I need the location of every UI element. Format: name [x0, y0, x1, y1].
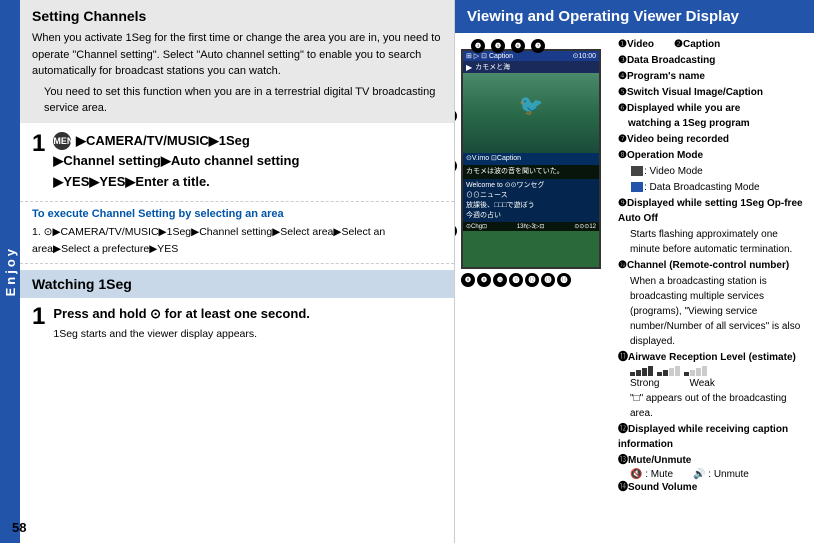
step1-line2: ▶Channel setting▶Auto channel setting — [53, 151, 299, 172]
enjoy-tab: Enjoy — [0, 0, 20, 543]
info-displayed-while: ❻Displayed while you are watching a 1Seg… — [618, 101, 806, 131]
page-number: 58 — [12, 520, 26, 535]
menu-icon: MENU — [53, 132, 71, 150]
section1-bullet: You need to set this function when you a… — [32, 84, 442, 117]
ann-9: ❾ — [477, 273, 491, 287]
section1-p1: When you activate 1Seg for the first tim… — [32, 30, 442, 80]
section1-title: Setting Channels — [32, 8, 442, 24]
screen-channel-icon: ▶ — [466, 63, 472, 72]
area-step-content: 1. ⊙▶CAMERA/TV/MUSIC▶1Seg▶Channel settin… — [32, 224, 442, 258]
screen-welcome: Welcome to ⊙⊙ワンセグ ⊙⊙ニュース 放課後、□□□で遊ぼう 今週の… — [463, 179, 599, 222]
area-step-title: To execute Channel Setting by selecting … — [32, 208, 442, 220]
step2-line1: Press and hold ⊙ for at least one second… — [53, 304, 310, 325]
info-operation-mode: ❽Operation Mode — [618, 148, 806, 163]
info-video-mode: : Video Mode — [618, 164, 806, 179]
step2-block: 1 Press and hold ⊙ for at least one seco… — [20, 298, 454, 349]
ann-13: ⓭ — [541, 273, 555, 287]
watching-title: Watching 1Seg — [32, 276, 442, 292]
phone-screen: ⊞ ▷ ⊡ Caption ⊙10:00 ▶ カモメと海 🐦 — [461, 49, 601, 269]
setting-channels-header: Setting Channels When you activate 1Seg … — [20, 0, 454, 123]
ann-7: ❼ — [531, 39, 545, 53]
info-displayed-1seg: ❾Displayed while setting 1Seg Op-free Au… — [618, 196, 806, 226]
info-channel-remote: ❿Channel (Remote-control number) — [618, 258, 806, 273]
info-sound-volume: ⓮Sound Volume — [618, 480, 806, 495]
info-broadcast-area: "□" appears out of the broadcasting area… — [618, 391, 806, 421]
screen-text1: カモメは波の音を聞いていた。 — [463, 165, 599, 180]
right-panel: Viewing and Operating Viewer Display ❹ ❺… — [455, 0, 814, 543]
info-caption-info: ⓬Displayed while receiving caption infor… — [618, 422, 806, 452]
info-video-caption: ❶Video ❷Caption — [618, 37, 806, 52]
info-data-broadcasting-mode: : Data Broadcasting Mode — [618, 180, 806, 195]
step1-number: 1 — [32, 131, 45, 157]
info-programs-name: ❹Program's name — [618, 69, 806, 84]
step2-sub: 1Seg starts and the viewer display appea… — [53, 327, 310, 343]
info-switch-visual: ❺Switch Visual Image/Caption — [618, 85, 806, 100]
ann-4: ❹ — [471, 39, 485, 53]
right-header: Viewing and Operating Viewer Display — [455, 0, 814, 33]
step1-line3: ▶YES▶YES▶Enter a title. — [53, 172, 299, 193]
strong-weak-label: Strong Weak — [618, 378, 806, 389]
ann-2: ❷ — [455, 159, 457, 173]
ann-12: ⓬ — [525, 273, 539, 287]
info-signal-bars — [618, 366, 806, 376]
ann-14: ⓮ — [557, 273, 571, 287]
step2-number: 1 — [32, 304, 45, 330]
screen-time: ⊙10:00 — [573, 52, 596, 60]
video-mode-icon — [631, 166, 643, 176]
screen-caption: ⊙V.imo ⊡Caption — [463, 153, 599, 165]
info-area: ❶Video ❷Caption ❸Data Broadcasting ❹Prog… — [610, 33, 814, 543]
info-video-recorded: ❼Video being recorded — [618, 132, 806, 147]
signal-full — [630, 366, 653, 376]
bird-icon: 🐦 — [519, 93, 544, 118]
info-starts-flashing: Starts flashing approximately one minute… — [618, 227, 806, 257]
phone-area: ❹ ❺ ❻ ❼ ⊞ ▷ ⊡ Caption ⊙10:00 — [455, 33, 610, 543]
ann-10: ❿ — [493, 273, 507, 287]
screen-title: カモメと海 — [475, 62, 510, 72]
ann-1: ❶ — [455, 109, 457, 123]
data-broadcasting-icon — [631, 182, 643, 192]
info-data-broadcasting: ❸Data Broadcasting — [618, 53, 806, 68]
step2-content: Press and hold ⊙ for at least one second… — [53, 304, 310, 343]
mute-row: 🔇 : Mute 🔊 : Unmute — [618, 469, 806, 480]
step1-line1: MENU ▶CAMERA/TV/MUSIC▶1Seg — [53, 131, 299, 152]
area-step-block: To execute Channel Setting by selecting … — [20, 202, 454, 265]
mute-icon: 🔇 : Mute — [630, 469, 673, 480]
right-content: ❹ ❺ ❻ ❼ ⊞ ▷ ⊡ Caption ⊙10:00 — [455, 33, 814, 543]
signal-mid — [657, 366, 680, 376]
signal-low — [684, 366, 707, 376]
screen-status-bar: ⊙Chg⊡ 13h▷3▷⊡ ⊙⊙⊙12 — [463, 222, 599, 231]
ann-8: ❽ — [461, 273, 475, 287]
screen-icons: ⊞ ▷ ⊡ Caption — [466, 52, 513, 60]
info-mute: ⓭Mute/Unmute — [618, 453, 806, 468]
enjoy-label: Enjoy — [3, 246, 18, 296]
left-panel: Enjoy Setting Channels When you activate… — [0, 0, 455, 543]
unmute-icon: 🔊 : Unmute — [693, 469, 749, 480]
info-channel-desc: When a broadcasting station is broadcast… — [618, 274, 806, 349]
ann-3: ❸ — [455, 224, 457, 238]
ann-5: ❺ — [491, 39, 505, 53]
info-airwave: ⓫Airwave Reception Level (estimate) — [618, 350, 806, 365]
step1-block: 1 MENU ▶CAMERA/TV/MUSIC▶1Seg ▶Channel se… — [20, 123, 454, 202]
ann-11: ⓫ — [509, 273, 523, 287]
ann-6: ❻ — [511, 39, 525, 53]
watching-block: Watching 1Seg — [20, 270, 454, 298]
step1-content: MENU ▶CAMERA/TV/MUSIC▶1Seg ▶Channel sett… — [53, 131, 299, 193]
